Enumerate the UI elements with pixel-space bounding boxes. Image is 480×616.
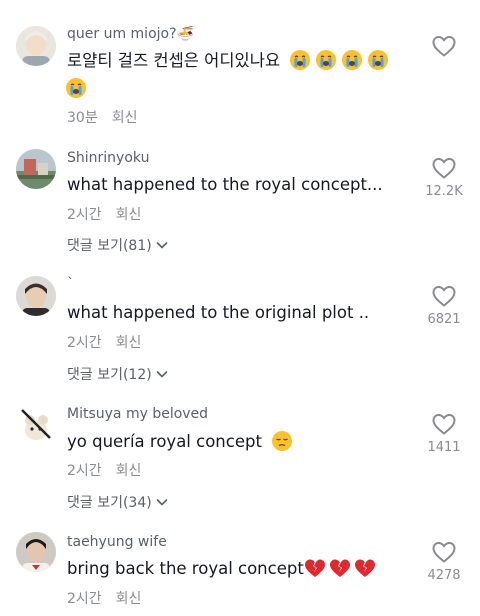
like-button[interactable] <box>422 34 466 58</box>
loudly-crying-face-emoji <box>65 77 87 99</box>
comment-meta: 30분 회신 <box>67 107 137 127</box>
broken-heart-emoji <box>354 558 376 578</box>
like-button[interactable]: 1411 <box>422 412 466 455</box>
comment-time: 2시간 <box>67 591 102 607</box>
avatar[interactable] <box>16 532 56 572</box>
loudly-crying-face-emoji <box>367 49 389 71</box>
comment-meta: 2시간 회신 <box>67 204 141 224</box>
comment-text: what happened to the original plot .. <box>67 303 370 322</box>
chevron-down-icon <box>156 242 168 249</box>
like-button[interactable]: 4278 <box>422 540 466 583</box>
comment-text: 로얄티 걸즈 컨셉은 어디있나요 <box>67 49 389 72</box>
chevron-down-icon <box>156 499 168 506</box>
pensive-face-emoji <box>271 430 293 452</box>
heart-outline-icon <box>432 286 456 307</box>
comment-username[interactable]: Shinrinyoku <box>67 150 149 166</box>
view-replies-button[interactable]: 댓글 보기(81) <box>67 235 168 255</box>
comment-time: 2시간 <box>67 207 102 223</box>
comment-username[interactable]: ` <box>67 276 74 292</box>
chevron-down-icon <box>156 371 168 378</box>
avatar[interactable] <box>16 149 56 189</box>
like-count: 12.2K <box>425 184 463 199</box>
loudly-crying-face-emoji <box>289 49 311 71</box>
comment-text-content: yo quería royal concept <box>67 432 262 451</box>
view-replies-button[interactable]: 댓글 보기(34) <box>67 492 168 512</box>
heart-outline-icon <box>432 542 456 563</box>
comment-meta: 2시간 회신 <box>67 332 141 352</box>
comment-text-content: 로얄티 걸즈 컨셉은 어디있나요 <box>67 51 281 70</box>
like-count: 4278 <box>427 568 461 583</box>
reply-button[interactable]: 회신 <box>116 463 142 479</box>
comment-time: 2시간 <box>67 335 102 351</box>
view-replies-label: 댓글 보기(34) <box>67 495 152 511</box>
avatar[interactable] <box>16 404 56 444</box>
like-button[interactable]: 6821 <box>422 284 466 327</box>
comment-text-wrap <box>65 77 87 100</box>
view-replies-label: 댓글 보기(12) <box>67 367 152 383</box>
heart-outline-icon <box>432 36 456 57</box>
comment-text: what happened to the royal concept... <box>67 175 383 194</box>
reply-button[interactable]: 회신 <box>116 207 142 223</box>
reply-button[interactable]: 회신 <box>116 591 142 607</box>
broken-heart-emoji <box>329 558 351 578</box>
loudly-crying-face-emoji <box>341 49 363 71</box>
comment-username[interactable]: taehyung wife <box>67 534 167 550</box>
reply-button[interactable]: 회신 <box>116 335 142 351</box>
comment-text: yo quería royal concept <box>67 430 293 453</box>
avatar[interactable] <box>16 276 56 316</box>
avatar[interactable] <box>16 26 56 66</box>
comment-username[interactable]: Mitsuya my beloved <box>67 406 208 422</box>
view-replies-label: 댓글 보기(81) <box>67 238 152 254</box>
comment-text: bring back the royal concept <box>67 558 376 580</box>
comment-item: quer um miojo?🍜 로얄티 걸즈 컨셉은 어디있나요 30분 회신 <box>0 0 480 130</box>
like-count: 1411 <box>427 440 461 455</box>
like-button[interactable]: 12.2K <box>422 156 466 199</box>
heart-outline-icon <box>432 414 456 435</box>
comment-time: 2시간 <box>67 463 102 479</box>
reply-button[interactable]: 회신 <box>112 110 138 126</box>
loudly-crying-face-emoji <box>315 49 337 71</box>
comment-time: 30분 <box>67 110 98 126</box>
comment-text-content: bring back the royal concept <box>67 559 304 578</box>
like-count: 6821 <box>427 312 461 327</box>
comment-username[interactable]: quer um miojo?🍜 <box>67 26 194 42</box>
comment-meta: 2시간 회신 <box>67 460 141 480</box>
view-replies-button[interactable]: 댓글 보기(12) <box>67 364 168 384</box>
heart-outline-icon <box>432 158 456 179</box>
broken-heart-emoji <box>304 558 326 578</box>
comment-meta: 2시간 회신 <box>67 588 141 608</box>
